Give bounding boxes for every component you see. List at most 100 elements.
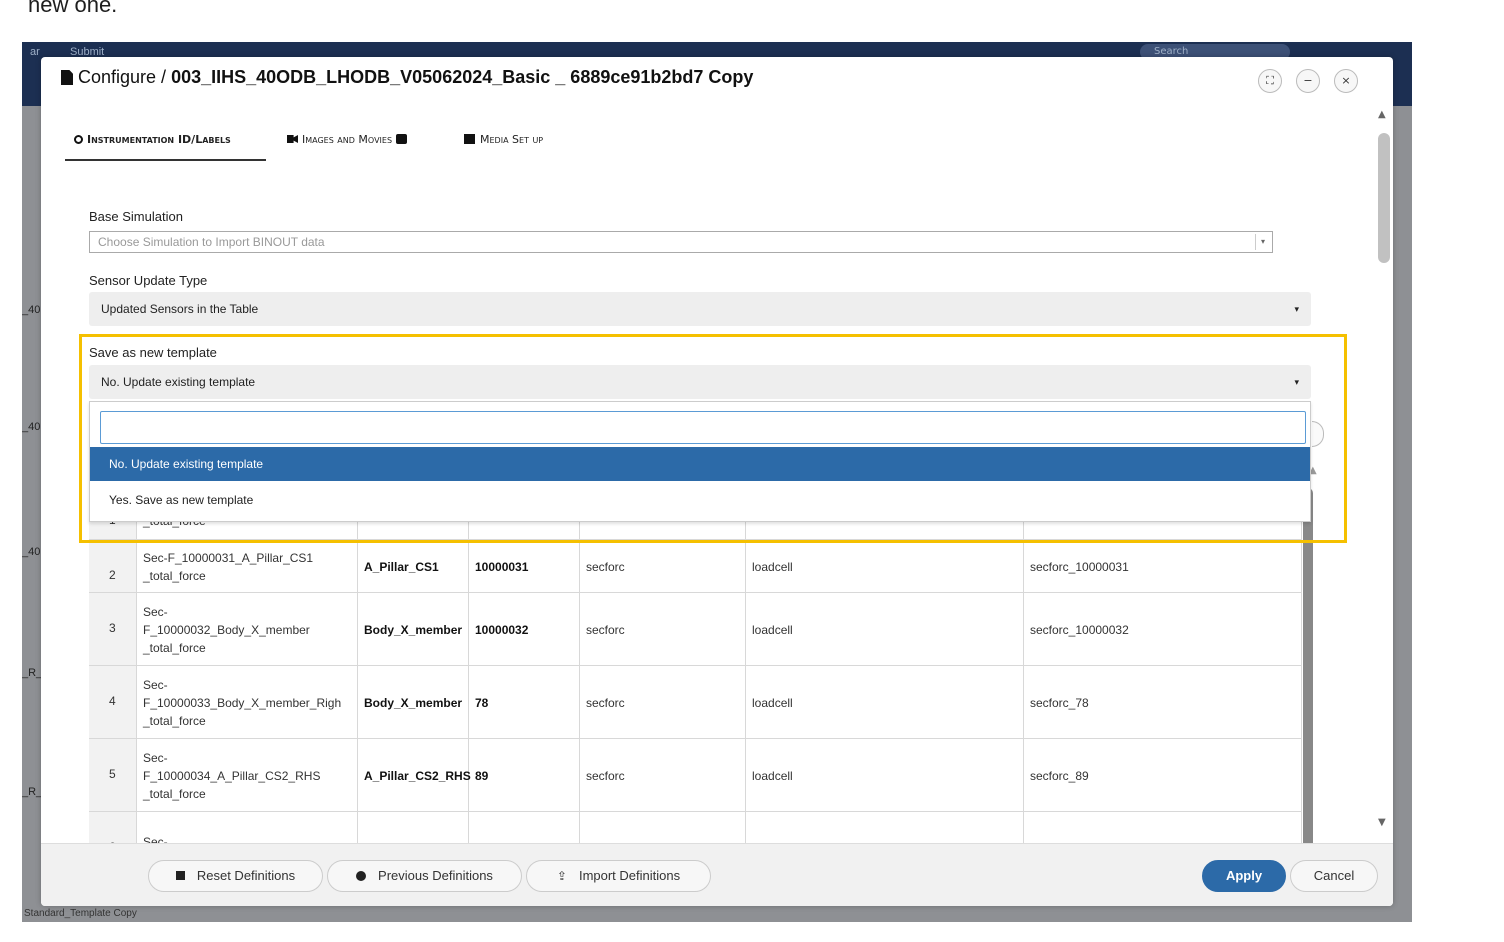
upload-icon: ⇪ — [556, 869, 567, 883]
cell-text: secforc_89 — [1030, 768, 1089, 783]
cell-text: Sec- F_10000032_Body_X_member _total_for… — [143, 604, 310, 655]
table-cell-id: 78 — [469, 666, 580, 739]
button-label: Reset Definitions — [196, 868, 296, 883]
scroll-up-arrow-icon[interactable]: ▲ — [1378, 109, 1386, 120]
table-cell-id: 89 — [469, 739, 580, 812]
tab-instrumentation[interactable]: Instrumentation ID/Labels — [74, 133, 231, 146]
chevron-down-icon: ▾ — [1255, 234, 1270, 250]
cell-text: loadcell — [752, 559, 793, 574]
dialog-title: Configure / 003_IIHS_40ODB_LHODB_V050620… — [61, 67, 753, 88]
toggle-edge — [1312, 421, 1324, 447]
target-icon — [74, 135, 83, 144]
tab-media-setup[interactable]: Media Set up — [464, 133, 543, 146]
button-label: Previous Definitions — [378, 868, 493, 883]
cell-text: secforc — [586, 559, 625, 574]
history-icon — [356, 871, 367, 881]
scroll-down-arrow-icon[interactable]: ▼ — [1378, 817, 1386, 828]
table-cell-ref: secforc_10000031 — [1024, 540, 1302, 593]
table-cell-type: secforc — [580, 666, 746, 739]
dialog-footer: Reset Definitions Previous Definitions ⇪… — [41, 843, 1393, 906]
tab-label: Instrumentation ID/Labels — [87, 133, 231, 146]
cell-text: Sec-F_10000031_A_Pillar_CS1 _total_force — [143, 550, 314, 583]
chevron-down-icon: ▾ — [1294, 377, 1299, 387]
save-as-template-label: Save as new template — [89, 345, 217, 360]
table-cell-name: Sec-F_10000031_A_Pillar_CS1 _total_force — [137, 540, 358, 593]
background-peek-text: new one. — [28, 0, 118, 17]
select-placeholder: Choose Simulation to Import BINOUT data — [98, 235, 325, 249]
minimize-button[interactable]: − — [1296, 69, 1320, 93]
table-cell-num: 4 — [89, 666, 137, 739]
sensor-table: 1Sec-F_10000030_A_Pillar_CS2 _total_forc… — [89, 488, 1313, 848]
navbar-item: ar — [30, 46, 40, 58]
table-cell-label: Body_X_member — [358, 593, 469, 666]
title-template-name: 003_IIHS_40ODB_LHODB_V05062024_Basic _ 6… — [171, 67, 754, 87]
video-camera-icon — [287, 135, 298, 143]
table-cell-id: 10000031 — [469, 540, 580, 593]
save-as-template-select[interactable]: No. Update existing template ▾ — [89, 365, 1311, 399]
tab-label: Images and Movies — [302, 133, 393, 146]
select-value: No. Update existing template — [101, 375, 256, 389]
cell-text: 78 — [475, 695, 489, 710]
sensor-update-type-label: Sensor Update Type — [89, 273, 208, 288]
document-icon — [61, 70, 73, 85]
table-cell-ref: secforc_10000032 — [1024, 593, 1302, 666]
apply-button[interactable]: Apply — [1202, 860, 1286, 892]
close-button[interactable]: × — [1334, 69, 1358, 93]
table-cell-sensor: loadcell — [746, 540, 1024, 593]
table-cell-label: Body_X_member — [358, 666, 469, 739]
tab-images-movies[interactable]: Images and Movies — [287, 133, 408, 146]
table-cell-label: A_Pillar_CS1 — [358, 540, 469, 593]
table-scrollbar[interactable] — [1303, 488, 1313, 848]
cell-text: Sec- F_10000033_Body_X_member_Righ _tota… — [143, 677, 342, 728]
dialog-scrollbar[interactable]: ▲ ▼ — [1370, 107, 1393, 843]
table-cell-type: secforc — [580, 540, 746, 593]
table-cell-name: Sec- F_10000032_Body_X_member _total_for… — [137, 593, 358, 666]
image-icon — [464, 134, 475, 144]
option-update-existing[interactable]: No. Update existing template — [90, 447, 1310, 481]
cell-text: secforc — [586, 622, 625, 637]
table-cell-name: Sec- F_10000034_A_Pillar_CS2_RHS _total_… — [137, 739, 358, 812]
expand-button[interactable]: ⛶ — [1258, 69, 1282, 93]
cell-text: secforc — [586, 768, 625, 783]
table-cell-sensor: loadcell — [746, 739, 1024, 812]
import-definitions-button[interactable]: ⇪ Import Definitions — [526, 860, 711, 892]
cell-text: loadcell — [752, 695, 793, 710]
sensor-update-type-select[interactable]: Updated Sensors in the Table ▾ — [89, 292, 1311, 326]
cell-text: secforc_78 — [1030, 695, 1089, 710]
table-cell-sensor: loadcell — [746, 593, 1024, 666]
table-cell-type: secforc — [580, 593, 746, 666]
previous-definitions-button[interactable]: Previous Definitions — [327, 860, 522, 892]
dropdown-search-input[interactable] — [100, 411, 1306, 444]
side-label: _40 — [22, 304, 41, 316]
button-label: Import Definitions — [578, 868, 681, 883]
save-template-dropdown: No. Update existing template Yes. Save a… — [89, 401, 1311, 522]
cell-text: 89 — [475, 768, 489, 783]
base-simulation-label: Base Simulation — [89, 209, 183, 224]
scroll-thumb[interactable] — [1378, 133, 1390, 263]
cell-text: loadcell — [752, 622, 793, 637]
cell-text: 4 — [109, 694, 116, 708]
option-save-new[interactable]: Yes. Save as new template — [90, 483, 1310, 517]
cell-text: secforc_10000031 — [1030, 559, 1129, 574]
cell-text: 5 — [109, 767, 116, 781]
cell-text: A_Pillar_CS1 — [364, 559, 439, 574]
stop-icon — [175, 871, 185, 880]
table-cell-ref: secforc_78 — [1024, 666, 1302, 739]
cell-text: loadcell — [752, 768, 793, 783]
background-bottom-strip: Standard_Template Copy — [22, 906, 1412, 922]
table-cell-type: secforc — [580, 739, 746, 812]
cell-text: secforc — [586, 695, 625, 710]
title-prefix: Configure / — [78, 67, 172, 87]
cell-text: Sec- F_10000034_A_Pillar_CS2_RHS _total_… — [143, 750, 321, 801]
table-cell-sensor: loadcell — [746, 666, 1024, 739]
cell-text: 10000032 — [475, 622, 529, 637]
cell-text: 3 — [109, 621, 116, 635]
cell-text: Body_X_member — [364, 622, 463, 637]
chevron-down-icon: ▾ — [1294, 304, 1299, 314]
reset-definitions-button[interactable]: Reset Definitions — [148, 860, 323, 892]
base-simulation-select[interactable]: Choose Simulation to Import BINOUT data … — [89, 231, 1273, 253]
table-cell-name: Sec- F_10000033_Body_X_member_Righ _tota… — [137, 666, 358, 739]
configure-dialog: Configure / 003_IIHS_40ODB_LHODB_V050620… — [41, 57, 1393, 906]
table-cell-num: 3 — [89, 593, 137, 666]
cancel-button[interactable]: Cancel — [1290, 860, 1378, 892]
